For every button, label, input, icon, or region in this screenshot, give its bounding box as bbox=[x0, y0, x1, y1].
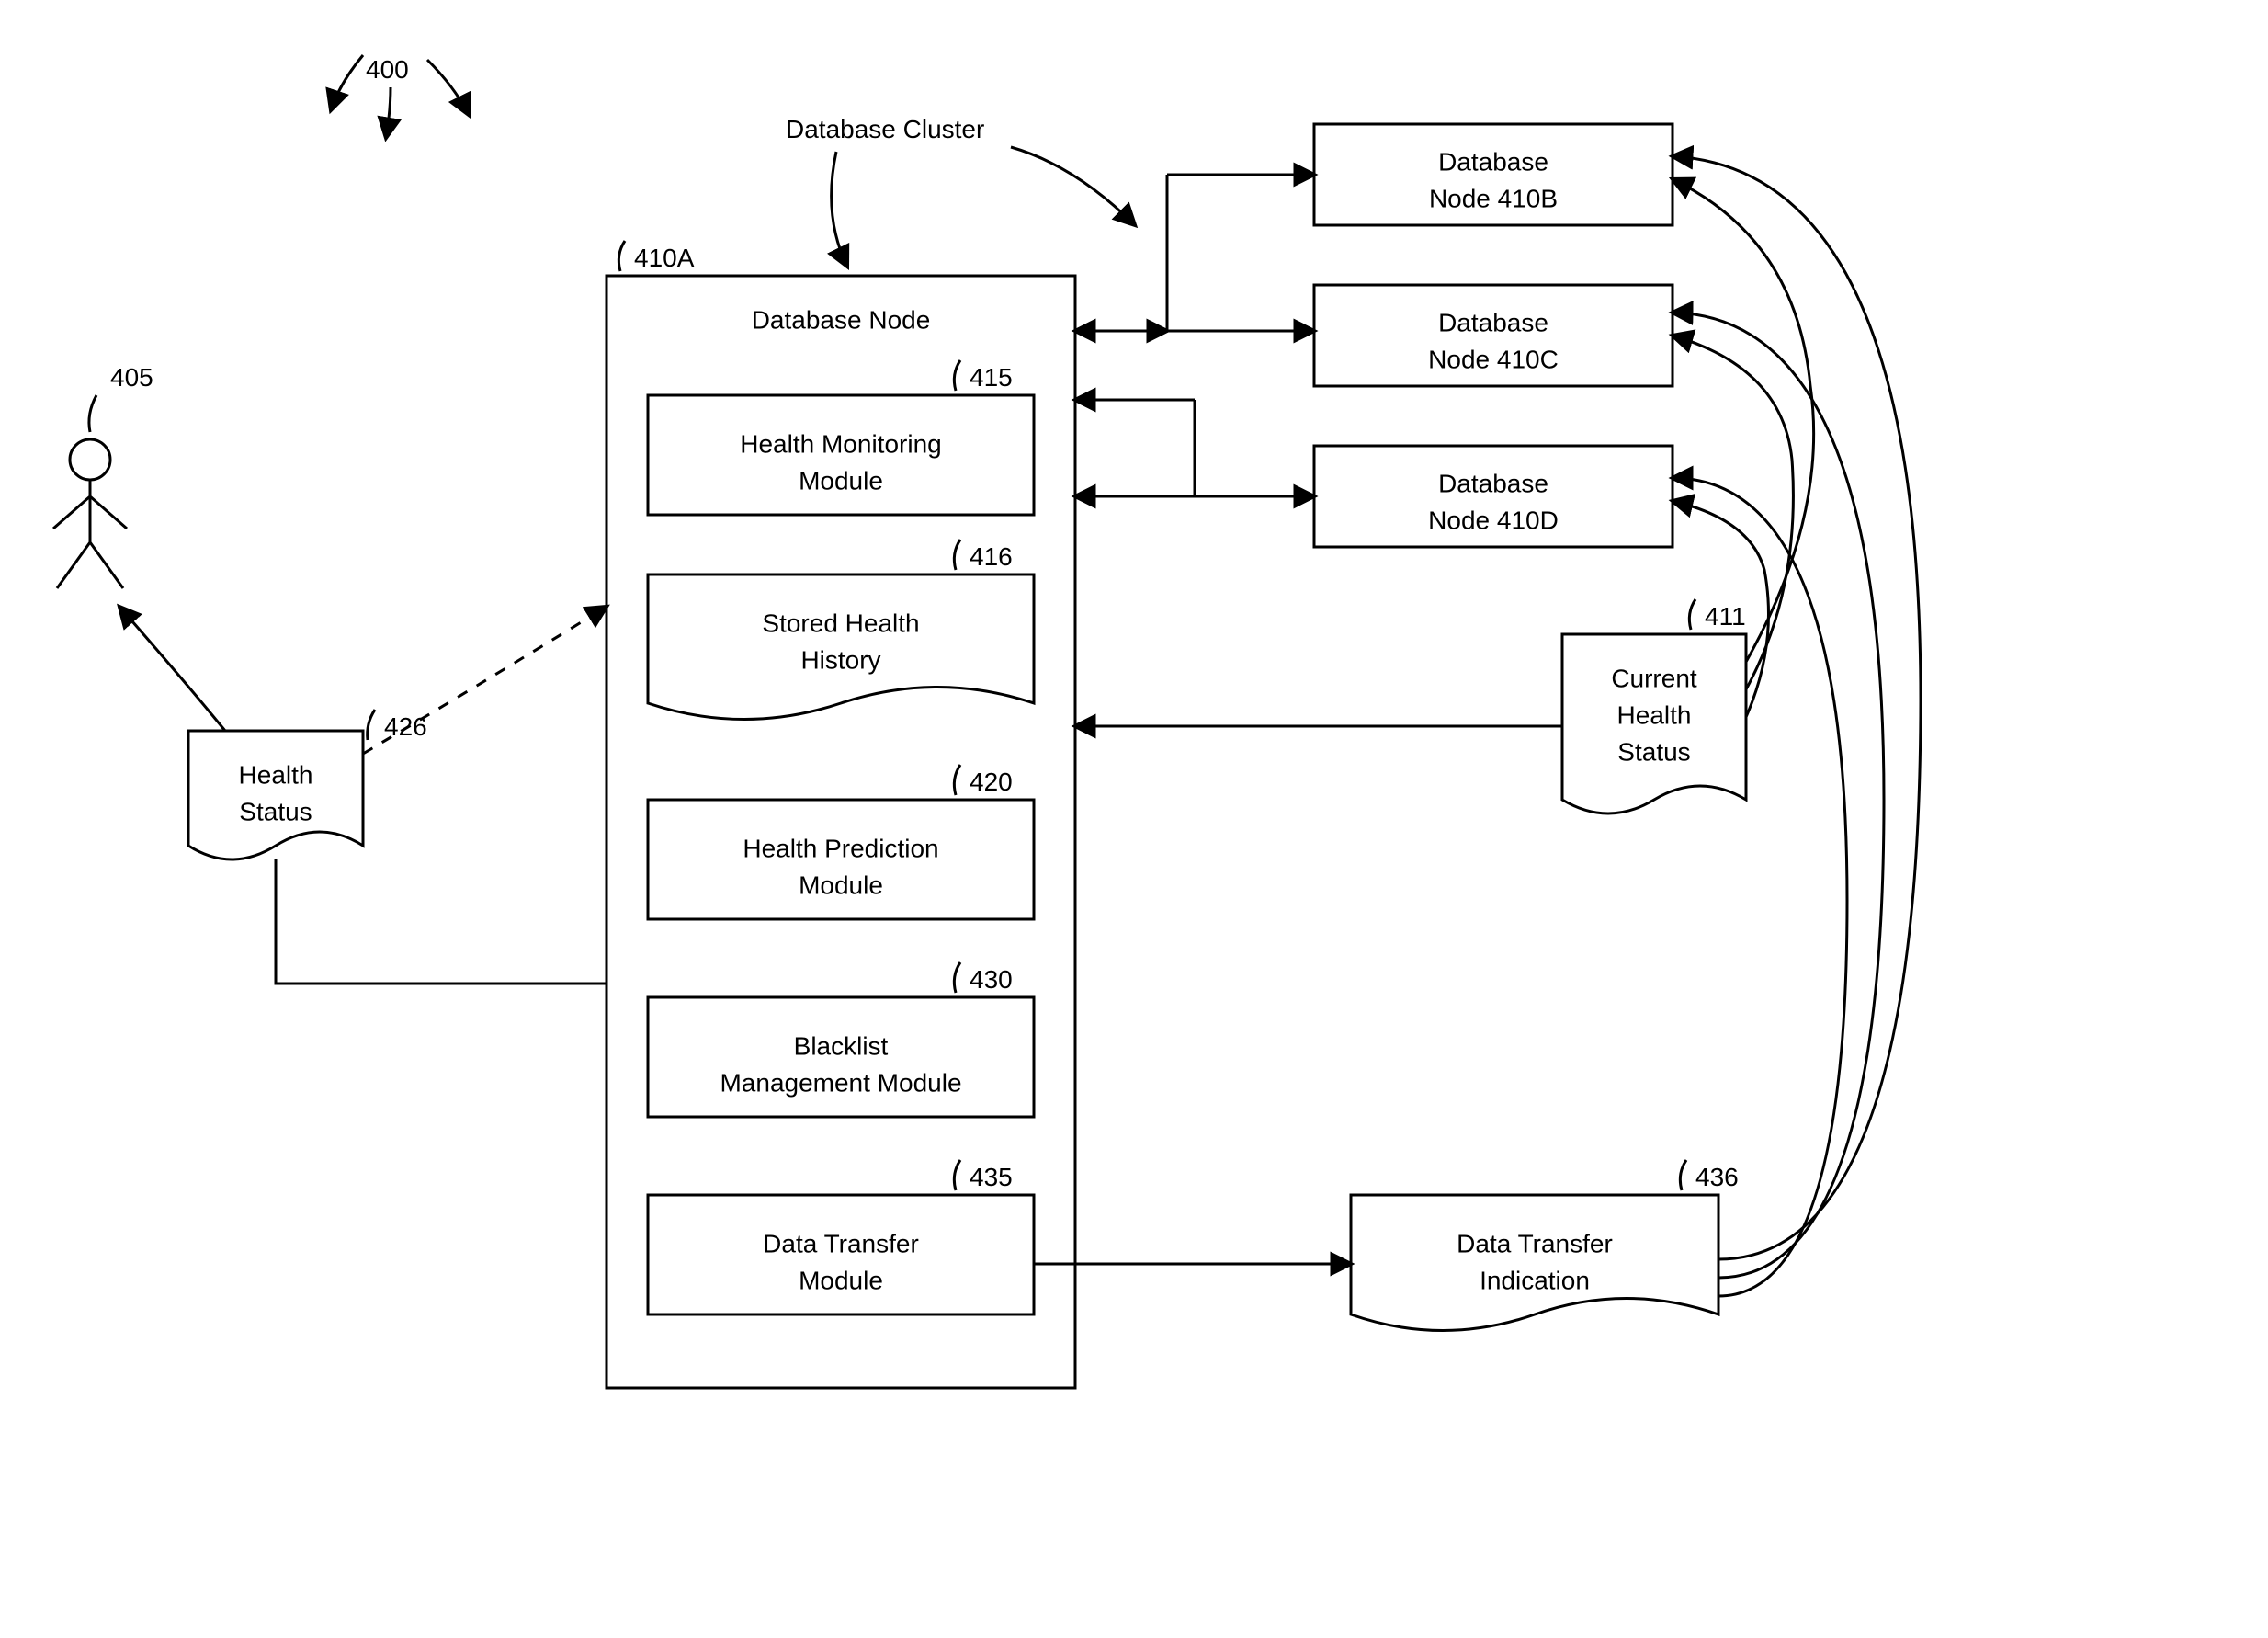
user-icon: 405 bbox=[53, 363, 153, 588]
svg-text:Health: Health bbox=[1617, 700, 1692, 729]
svg-text:Module: Module bbox=[799, 466, 883, 495]
data-transfer-indication: Data Transfer Indication 436 bbox=[1351, 1160, 1739, 1331]
ref-416: 416 bbox=[970, 542, 1013, 571]
svg-text:Management Module: Management Module bbox=[720, 1068, 961, 1097]
svg-text:Status: Status bbox=[1617, 737, 1690, 766]
ref-410a: 410A bbox=[634, 244, 695, 272]
svg-text:Database: Database bbox=[1438, 469, 1548, 497]
database-node-410d: Database Node 410D bbox=[1314, 446, 1673, 547]
svg-text:Database: Database bbox=[1438, 308, 1548, 336]
ref-435: 435 bbox=[970, 1163, 1013, 1191]
database-node-410b: Database Node 410B bbox=[1314, 124, 1673, 225]
svg-text:Database: Database bbox=[1438, 147, 1548, 176]
health-status-doc: Health Status 426 bbox=[188, 710, 427, 859]
svg-text:Health: Health bbox=[239, 760, 313, 789]
diagram-canvas: 400 405 Database Cluster 410A Database N… bbox=[0, 0, 2268, 1638]
svg-text:Health Prediction: Health Prediction bbox=[743, 834, 938, 862]
svg-text:Blacklist: Blacklist bbox=[794, 1031, 889, 1060]
ref-405: 405 bbox=[110, 363, 153, 392]
ref-420: 420 bbox=[970, 768, 1013, 796]
svg-text:Node 410D: Node 410D bbox=[1428, 506, 1559, 534]
database-node-410a: 410A Database Node Health Monitoring Mod… bbox=[607, 241, 1075, 1388]
svg-text:Module: Module bbox=[799, 870, 883, 899]
svg-text:Data Transfer: Data Transfer bbox=[1457, 1229, 1613, 1257]
ref-411: 411 bbox=[1705, 602, 1746, 631]
ref-436: 436 bbox=[1695, 1163, 1739, 1191]
svg-text:Data Transfer: Data Transfer bbox=[763, 1229, 919, 1257]
ref-430: 430 bbox=[970, 965, 1013, 994]
connector-healthstatus-to-user bbox=[119, 607, 225, 731]
node-title: Database Node bbox=[752, 305, 931, 334]
svg-text:Node 410B: Node 410B bbox=[1429, 184, 1558, 212]
svg-text:Module: Module bbox=[799, 1266, 883, 1294]
svg-text:Current: Current bbox=[1611, 664, 1697, 692]
svg-text:Indication: Indication bbox=[1480, 1266, 1590, 1294]
svg-text:Database Cluster: Database Cluster bbox=[786, 115, 984, 143]
ref-415: 415 bbox=[970, 363, 1013, 392]
svg-text:Node 410C: Node 410C bbox=[1428, 345, 1559, 373]
ref-400: 400 bbox=[366, 55, 409, 84]
svg-text:Health Monitoring: Health Monitoring bbox=[740, 429, 941, 458]
connector-nodeA-to-cluster bbox=[1075, 175, 1314, 496]
svg-text:History: History bbox=[800, 645, 880, 674]
current-health-status: Current Health Status 411 bbox=[1562, 599, 1746, 813]
database-cluster-label: Database Cluster bbox=[786, 115, 1135, 267]
database-node-410c: Database Node 410C bbox=[1314, 285, 1673, 386]
svg-text:Stored Health: Stored Health bbox=[762, 609, 919, 637]
system-ref-400: 400 bbox=[331, 55, 469, 138]
connector-healthstatus-elbow-to-410a bbox=[276, 859, 607, 984]
svg-text:Status: Status bbox=[239, 797, 312, 825]
